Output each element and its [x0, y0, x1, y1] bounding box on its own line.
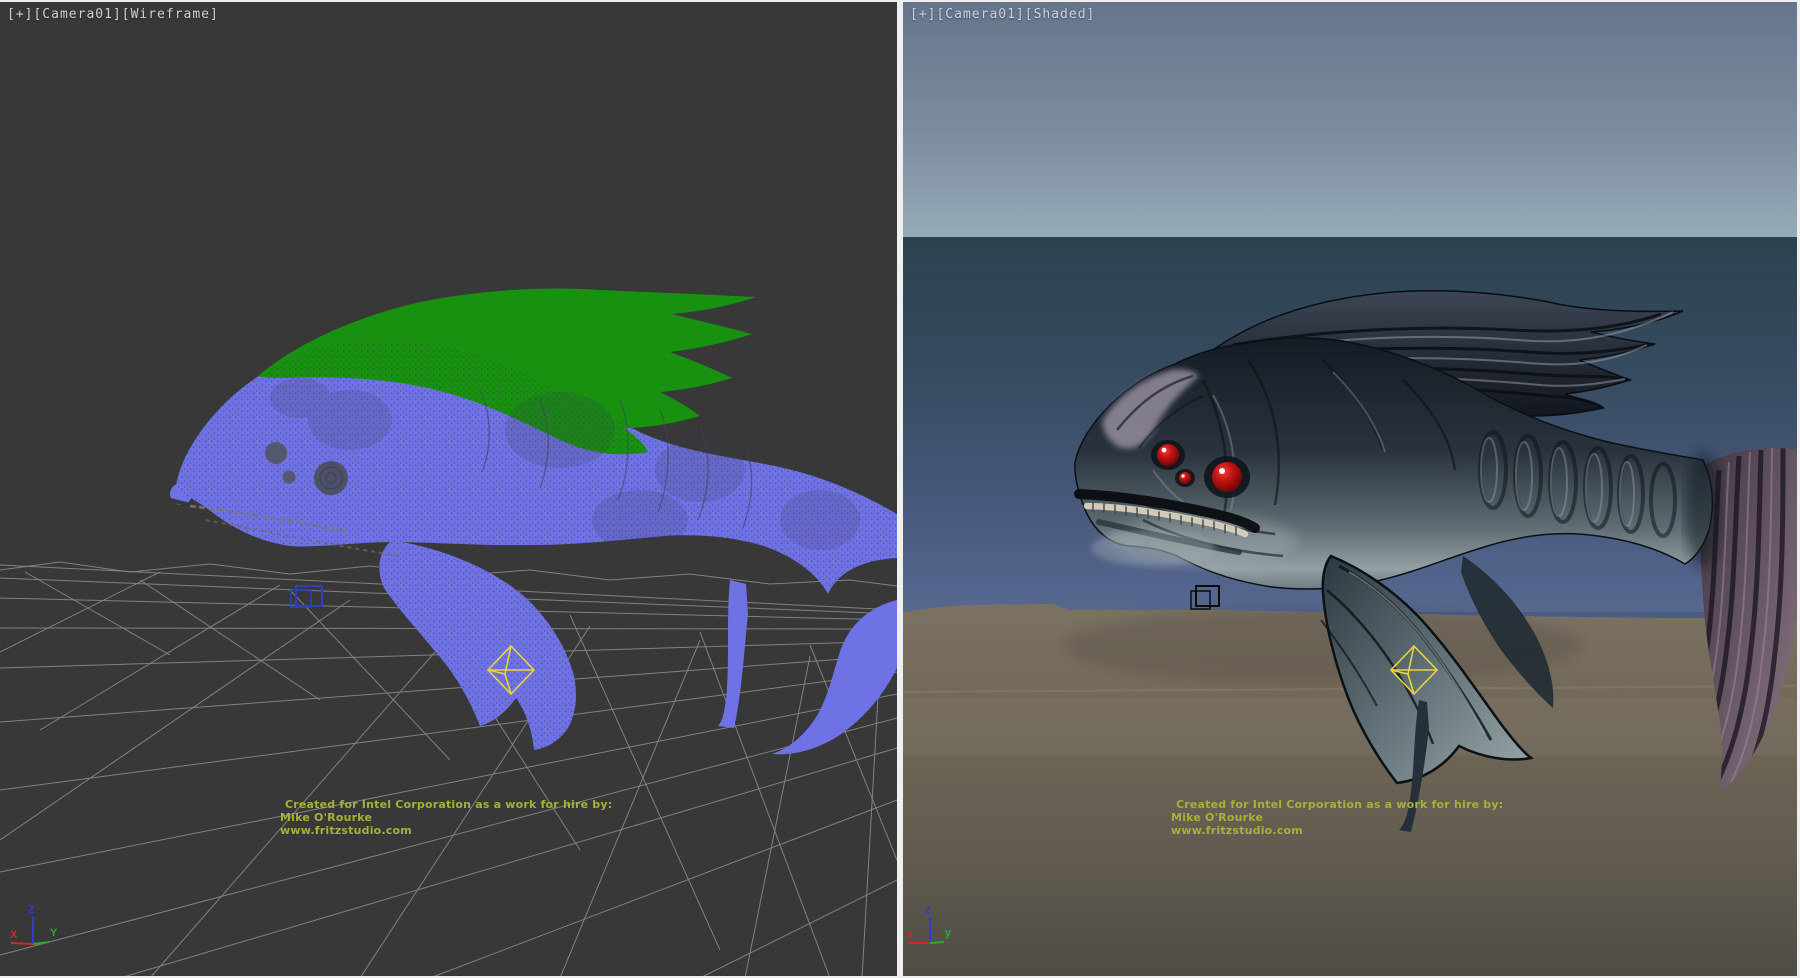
viewport-label-wireframe[interactable]: [+][Camera01][Wireframe] — [7, 7, 219, 22]
helper-box-right[interactable] — [1191, 586, 1219, 609]
axis-z-label: Z — [28, 904, 35, 916]
annotation-line: www.fritzstudio.com — [1171, 824, 1503, 837]
viewport-wireframe[interactable]: X Z Y [+][Camera01][Wireframe] Created f… — [0, 0, 897, 978]
axis-x-label: x — [907, 929, 914, 941]
frame-border-top — [0, 0, 1800, 2]
scene-annotation-text: Created for Intel Corporation as a work … — [1171, 798, 1503, 837]
annotation-line: Created for Intel Corporation as a work … — [280, 798, 612, 811]
fish-model-wireframe[interactable] — [170, 289, 897, 755]
viewport-layout: X Z Y [+][Camera01][Wireframe] Created f… — [0, 0, 1800, 978]
annotation-line: Created for Intel Corporation as a work … — [1171, 798, 1503, 811]
annotation-line: www.fritzstudio.com — [280, 824, 612, 837]
axis-y-label: y — [945, 927, 952, 939]
viewport-label-shaded[interactable]: [+][Camera01][Shaded] — [910, 7, 1095, 22]
viewport-shaded[interactable]: x z y [+][Camera01][Shaded] Created for … — [903, 0, 1800, 978]
helper-box-left[interactable] — [291, 586, 322, 607]
axis-x-label: X — [10, 929, 18, 941]
axis-y-label: Y — [50, 927, 58, 939]
annotation-line: Mike O'Rourke — [1171, 811, 1503, 824]
viewport-divider[interactable] — [897, 0, 903, 978]
annotation-line: Mike O'Rourke — [280, 811, 612, 824]
axis-gizmo-left: X Z Y — [10, 904, 58, 944]
axis-z-label: z — [925, 904, 931, 916]
scene-annotation-text: Created for Intel Corporation as a work … — [280, 798, 612, 837]
